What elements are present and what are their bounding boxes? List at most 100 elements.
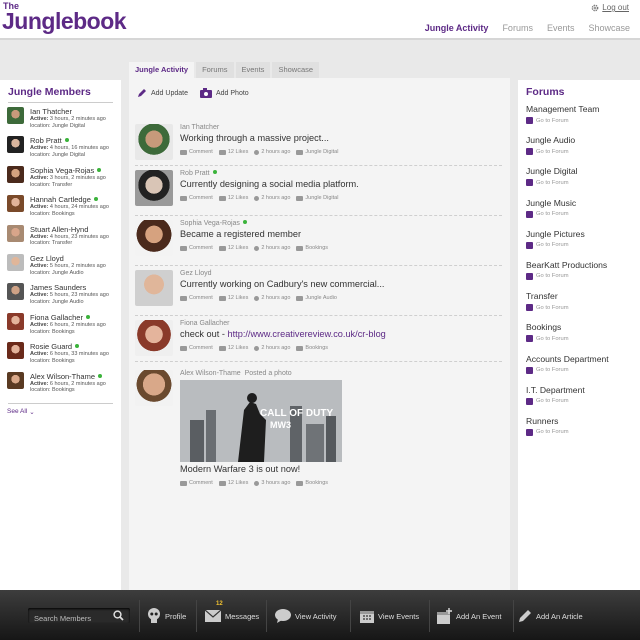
- member-item[interactable]: Stuart Allen-Hynd Active: 4 hours, 23 min…: [7, 223, 121, 252]
- tab-forums[interactable]: Forums: [196, 62, 234, 78]
- comment-button[interactable]: Comment: [180, 480, 213, 486]
- likes-button[interactable]: 12 Likes: [218, 149, 248, 155]
- search-members-input[interactable]: [28, 611, 108, 626]
- go-to-forum-link[interactable]: Go to Forum: [526, 241, 640, 249]
- forum-name[interactable]: Jungle Music: [526, 198, 640, 208]
- member-item[interactable]: Rosie Guard Active: 6 hours, 33 minutes a…: [7, 340, 121, 369]
- tab-jungle-activity[interactable]: Jungle Activity: [129, 62, 195, 78]
- post-tag[interactable]: Jungle Audio: [296, 295, 337, 301]
- post-tag[interactable]: Bookings: [296, 480, 328, 486]
- avatar[interactable]: [7, 371, 24, 389]
- avatar[interactable]: [7, 283, 24, 301]
- post-username[interactable]: Gez Lloyd: [180, 270, 212, 277]
- nav-forums[interactable]: Forums: [502, 23, 533, 33]
- avatar[interactable]: [7, 342, 24, 360]
- post-username[interactable]: Ian Thatcher: [180, 124, 219, 131]
- forum-name[interactable]: I.T. Department: [526, 385, 640, 395]
- view-activity-button[interactable]: View Activity: [275, 606, 337, 626]
- likes-button[interactable]: 12 Likes: [218, 480, 248, 486]
- go-to-forum-link[interactable]: Go to Forum: [526, 428, 640, 436]
- forum-name[interactable]: Transfer: [526, 291, 640, 301]
- avatar[interactable]: [135, 270, 173, 306]
- nav-events[interactable]: Events: [547, 23, 575, 33]
- posted-photo[interactable]: CALL OF DUTY MW3: [180, 380, 342, 462]
- avatar[interactable]: [7, 195, 24, 213]
- tag-icon: [296, 195, 304, 201]
- member-item[interactable]: Gez Lloyd Active: 5 hours, 2 minutes ago l…: [7, 252, 121, 281]
- post-tag[interactable]: Jungle Digital: [296, 195, 338, 201]
- comment-button[interactable]: Comment: [180, 245, 213, 251]
- likes-button[interactable]: 12 Likes: [218, 345, 248, 351]
- avatar[interactable]: [135, 170, 173, 206]
- avatar[interactable]: [7, 312, 24, 330]
- go-to-forum-link[interactable]: Go to Forum: [526, 117, 640, 124]
- avatar[interactable]: [135, 220, 173, 256]
- forum-name[interactable]: Runners: [526, 416, 640, 426]
- member-item[interactable]: James Saunders Active: 5 hours, 23 minute…: [7, 281, 121, 310]
- forum-name[interactable]: Jungle Audio: [526, 135, 640, 145]
- go-to-forum-link[interactable]: Go to Forum: [526, 397, 640, 405]
- nav-showcase[interactable]: Showcase: [588, 23, 630, 33]
- comment-button[interactable]: Comment: [180, 195, 213, 201]
- go-to-forum-link[interactable]: Go to Forum: [526, 148, 640, 156]
- forum-name[interactable]: Bookings: [526, 322, 640, 332]
- avatar[interactable]: [7, 253, 24, 271]
- avatar[interactable]: [135, 320, 173, 356]
- forum-name[interactable]: Management Team: [526, 104, 640, 114]
- member-item[interactable]: Hannah Cartledge Active: 4 hours, 24 minu…: [7, 193, 121, 222]
- thumbs-up-icon: [218, 195, 226, 201]
- nav-jungle-activity[interactable]: Jungle Activity: [425, 23, 489, 33]
- post-tag[interactable]: Jungle Digital: [296, 149, 338, 155]
- tab-events[interactable]: Events: [235, 62, 271, 78]
- post-link[interactable]: http://www.creativereview.co.uk/cr-blog: [228, 329, 386, 339]
- member-name: Stuart Allen-Hynd: [30, 225, 109, 234]
- forum-name[interactable]: BearKatt Productions: [526, 260, 640, 270]
- avatar[interactable]: [7, 165, 24, 183]
- go-to-forum-link[interactable]: Go to Forum: [526, 366, 640, 374]
- avatar[interactable]: [7, 107, 24, 124]
- post-tag[interactable]: Bookings: [296, 345, 328, 351]
- go-to-forum-link[interactable]: Go to Forum: [526, 304, 640, 312]
- likes-button[interactable]: 12 Likes: [218, 245, 248, 251]
- forum-name[interactable]: Accounts Department: [526, 354, 640, 364]
- member-item[interactable]: Ian Thatcher Active: 3 hours, 2 minutes a…: [7, 105, 121, 134]
- view-events-button[interactable]: View Events: [360, 606, 419, 626]
- member-item[interactable]: Fiona Gallacher Active: 6 hours, 2 minute…: [7, 311, 121, 340]
- comment-button[interactable]: Comment: [180, 345, 213, 351]
- forum-name[interactable]: Jungle Pictures: [526, 229, 640, 239]
- go-to-forum-link[interactable]: Go to Forum: [526, 179, 640, 187]
- likes-button[interactable]: 12 Likes: [218, 195, 248, 201]
- post-tag[interactable]: Bookings: [296, 245, 328, 251]
- post-username[interactable]: Alex Wilson-Thame: [180, 370, 241, 377]
- post-username[interactable]: Sophia Vega-Rojas: [180, 220, 240, 227]
- forum-name[interactable]: Jungle Digital: [526, 166, 640, 176]
- member-item[interactable]: Rob Pratt Active: 4 hours, 16 minutes ago…: [7, 134, 121, 163]
- member-item[interactable]: Sophia Vega-Rojas Active: 3 hours, 2 minu…: [7, 164, 121, 193]
- likes-button[interactable]: 12 Likes: [218, 295, 248, 301]
- add-article-button[interactable]: Add An Article: [518, 606, 583, 626]
- add-photo-button[interactable]: Add Photo: [199, 88, 249, 98]
- go-to-forum-link[interactable]: Go to Forum: [526, 210, 640, 218]
- avatar[interactable]: [135, 124, 173, 160]
- avatar[interactable]: [7, 224, 24, 242]
- post-user: Alex Wilson-Thame Posted a photo: [180, 370, 342, 377]
- profile-button[interactable]: Profile: [147, 606, 186, 626]
- comment-button[interactable]: Comment: [180, 149, 213, 155]
- add-event-button[interactable]: Add An Event: [437, 606, 501, 626]
- member-item[interactable]: Alex Wilson-Thame Active: 6 hours, 2 minu…: [7, 370, 121, 399]
- avatar[interactable]: [7, 136, 24, 154]
- comment-button[interactable]: Comment: [180, 295, 213, 301]
- logout-link[interactable]: Log out: [591, 3, 629, 12]
- post-username[interactable]: Rob Pratt: [180, 170, 210, 177]
- add-update-button[interactable]: Add Update: [137, 88, 188, 98]
- logo[interactable]: The Junglebook: [2, 2, 127, 33]
- post-username[interactable]: Fiona Gallacher: [180, 320, 229, 327]
- search-icon[interactable]: [113, 610, 124, 621]
- see-all-link[interactable]: See All ⌄: [7, 408, 121, 416]
- go-to-forum-link[interactable]: Go to Forum: [526, 335, 640, 343]
- tab-showcase[interactable]: Showcase: [272, 62, 320, 78]
- messages-button[interactable]: Messages: [205, 606, 259, 626]
- avatar[interactable]: [135, 370, 173, 406]
- post-time: 2 hours ago: [254, 149, 290, 155]
- go-to-forum-link[interactable]: Go to Forum: [526, 272, 640, 280]
